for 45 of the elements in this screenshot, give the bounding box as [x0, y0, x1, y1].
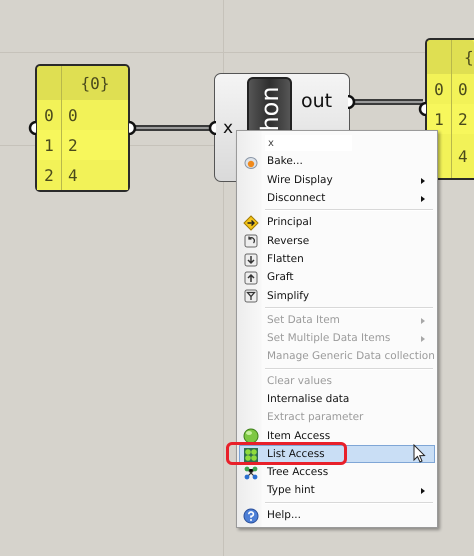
- output-grip-icon[interactable]: [128, 121, 137, 135]
- input-grip-icon[interactable]: [208, 121, 217, 135]
- menu-item[interactable]: Type hint: [239, 481, 435, 500]
- cursor-icon: [413, 444, 426, 463]
- row-value: 2: [67, 136, 78, 154]
- menu-item[interactable]: Tree Access: [239, 463, 435, 482]
- flatten-icon: [243, 252, 259, 268]
- wire: [352, 99, 423, 105]
- input-param[interactable]: x: [223, 118, 234, 138]
- menu-item[interactable]: Flatten: [239, 250, 435, 268]
- diamond-arrow-icon: [243, 215, 259, 232]
- sphere-icon: [243, 428, 259, 444]
- row-index: 2: [37, 160, 62, 190]
- menu-item[interactable]: Principal: [239, 213, 435, 232]
- menu-item[interactable]: Graft: [239, 268, 435, 286]
- input-grip-icon[interactable]: [28, 121, 37, 135]
- input-grip-icon[interactable]: [418, 102, 427, 116]
- panel[interactable]: {0} 0 0 1 2 2 4: [35, 64, 130, 192]
- panel-header: {: [463, 46, 474, 68]
- funnel-icon: [243, 288, 259, 304]
- output-param[interactable]: out: [301, 90, 332, 112]
- row-value: 2: [457, 110, 468, 128]
- row-index: 0: [427, 74, 452, 104]
- output-grip-icon[interactable]: [347, 95, 356, 109]
- menu-item[interactable]: Disconnect: [239, 188, 435, 208]
- bake-icon: [243, 154, 259, 170]
- node-tree-icon: [243, 465, 259, 482]
- menu-item[interactable]: Item Access: [239, 426, 435, 445]
- reverse-icon: [243, 233, 259, 250]
- name-field[interactable]: x: [265, 135, 352, 152]
- menu-item[interactable]: Internalise data: [239, 390, 435, 408]
- graft-icon: [243, 270, 259, 286]
- row-value: 0: [457, 80, 468, 98]
- panel-header: {0}: [80, 72, 110, 94]
- four-dots-icon: [243, 446, 259, 463]
- menu-item[interactable]: Reverse: [239, 231, 435, 250]
- row-index: 0: [37, 100, 62, 130]
- row-value: 0: [67, 106, 78, 124]
- menu-item[interactable]: Help...: [239, 506, 435, 524]
- panel[interactable]: { 0 0 1 2 4: [425, 38, 474, 180]
- row-value: 4: [457, 146, 468, 166]
- menu-item[interactable]: Simplify: [239, 286, 435, 305]
- row-value: 4: [67, 166, 78, 184]
- help-icon: [243, 508, 259, 524]
- menu-item[interactable]: List Access: [239, 444, 435, 464]
